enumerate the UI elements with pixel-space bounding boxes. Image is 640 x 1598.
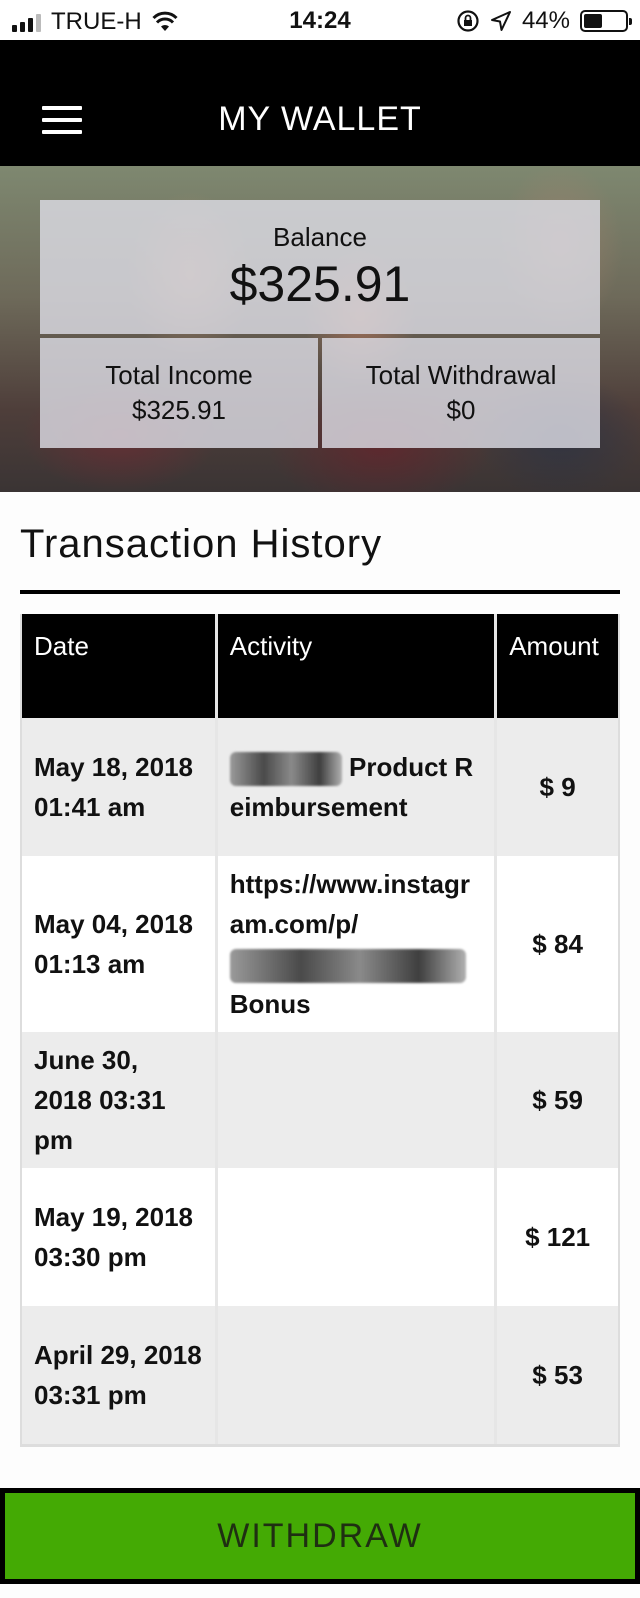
total-withdrawal-value: $0 xyxy=(446,395,476,425)
transaction-table: Date Activity Amount May 18, 2018 01:41 … xyxy=(20,614,620,1447)
total-withdrawal-card: Total Withdrawal $0 xyxy=(322,338,600,448)
table-header-row: Date Activity Amount xyxy=(22,614,618,718)
total-income-value: $325.91 xyxy=(132,395,226,425)
location-arrow-icon xyxy=(490,11,511,31)
row-amount: $ 84 xyxy=(497,856,618,1032)
balance-card: Balance $325.91 xyxy=(40,200,600,334)
row-activity: Product Reimbursement xyxy=(217,718,498,856)
battery-icon xyxy=(580,10,632,32)
total-income-label: Total Income xyxy=(105,360,253,390)
battery-level xyxy=(584,14,602,28)
row-amount: $ 121 xyxy=(497,1168,618,1306)
activity-text: Bonus xyxy=(229,989,311,1019)
row-activity: https://www.instagram.com/p/ Bonus xyxy=(217,856,498,1032)
total-income-card: Total Income $325.91 xyxy=(40,338,318,448)
redacted-text xyxy=(229,752,342,787)
row-date: June 30, 2018 03:31 pm xyxy=(22,1032,218,1168)
battery-percent: 44% xyxy=(521,7,570,34)
table-row: May 04, 2018 01:13 am https://www.instag… xyxy=(22,856,618,1032)
row-activity xyxy=(217,1032,498,1168)
column-header-date: Date xyxy=(22,614,218,718)
table-row: May 18, 2018 01:41 am Product Reimbursem… xyxy=(22,718,618,856)
status-right: 44% xyxy=(456,7,632,35)
column-header-activity: Activity xyxy=(217,614,498,718)
row-activity xyxy=(217,1306,498,1444)
total-withdrawal-label: Total Withdrawal xyxy=(365,360,557,390)
row-date: May 19, 2018 03:30 pm xyxy=(22,1168,218,1306)
activity-link[interactable]: https://www.instagram.com/p/ xyxy=(230,869,470,939)
column-header-amount: Amount xyxy=(497,614,618,718)
row-activity xyxy=(217,1168,498,1306)
rotation-lock-icon xyxy=(457,10,479,32)
row-amount: $ 59 xyxy=(497,1032,618,1168)
redacted-text xyxy=(229,949,466,984)
page-title: MY WALLET xyxy=(218,100,422,138)
row-date: May 04, 2018 01:13 am xyxy=(22,856,218,1032)
row-date: April 29, 2018 03:31 pm xyxy=(22,1306,218,1444)
table-row: June 30, 2018 03:31 pm $ 59 xyxy=(22,1032,618,1168)
hero-background-photo: Balance $325.91 Total Income $325.91 Tot… xyxy=(0,166,640,492)
table-row: April 29, 2018 03:31 pm $ 53 xyxy=(22,1306,618,1444)
balance-label: Balance xyxy=(273,222,367,252)
withdraw-button[interactable]: WITHDRAW xyxy=(0,1488,640,1584)
section-title: Transaction History xyxy=(20,522,383,566)
app-header: MY WALLET xyxy=(0,40,640,166)
balance-value: $325.91 xyxy=(229,256,411,312)
status-bar: TRUE-H 14:24 44% xyxy=(0,0,640,40)
section-divider xyxy=(20,590,620,594)
row-date: May 18, 2018 01:41 am xyxy=(22,718,218,856)
table-row: May 19, 2018 03:30 pm $ 121 xyxy=(22,1168,618,1306)
row-amount: $ 53 xyxy=(497,1306,618,1444)
row-amount: $ 9 xyxy=(497,718,618,856)
